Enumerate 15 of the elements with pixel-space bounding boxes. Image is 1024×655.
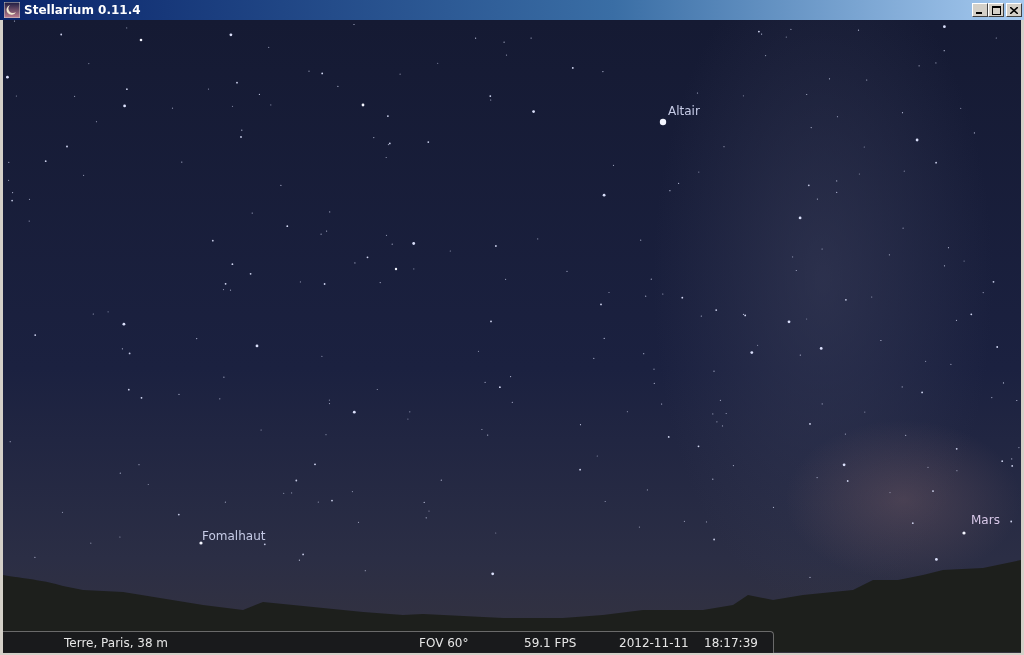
- object-label: Fomalhaut: [202, 529, 266, 543]
- minimize-button[interactable]: [972, 3, 988, 17]
- time-text: 18:17:39: [704, 635, 758, 650]
- maximize-icon: [991, 5, 1001, 15]
- app-logo-icon: [4, 2, 20, 18]
- fps-text: 59.1 FPS: [524, 635, 577, 650]
- fov-text: FOV 60°: [419, 635, 469, 650]
- location-text: Terre, Paris, 38 m: [64, 635, 169, 650]
- close-icon: [1010, 6, 1018, 14]
- window-title: Stellarium 0.11.4: [24, 3, 142, 17]
- object-label: Mars: [971, 513, 1000, 527]
- close-button[interactable]: [1006, 3, 1022, 17]
- object-label: Altair: [668, 104, 700, 118]
- date-text: 2012-11-11: [619, 635, 689, 650]
- maximize-button[interactable]: [988, 3, 1004, 17]
